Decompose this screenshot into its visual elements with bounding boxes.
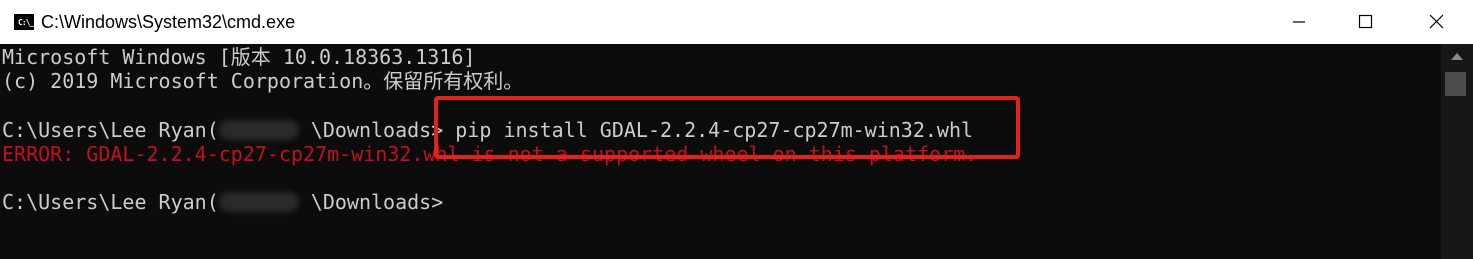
close-button[interactable]: [1398, 0, 1473, 44]
console-line-prompt-2: C:\Users\Lee Ryan( \Downloads>: [2, 190, 443, 214]
minimize-button[interactable]: [1266, 0, 1332, 44]
vertical-scrollbar[interactable]: [1441, 44, 1473, 259]
console-line-copyright: (c) 2019 Microsoft Corporation。保留所有权利。: [2, 69, 524, 93]
minimize-icon: [1293, 21, 1305, 23]
cmd-window: C:\_ C:\Windows\System32\cmd.exe Microso…: [0, 0, 1473, 259]
prompt-path-suffix: \Downloads>: [298, 118, 444, 142]
scrollbar-thumb[interactable]: [1445, 72, 1466, 96]
prompt-path-prefix: C:\Users\Lee Ryan(: [2, 190, 219, 214]
maximize-icon: [1358, 14, 1373, 29]
scroll-up-arrow-icon[interactable]: [1441, 44, 1473, 68]
window-title: C:\Windows\System32\cmd.exe: [41, 12, 296, 32]
console-line-prompt-1: C:\Users\Lee Ryan( \Downloads> pip insta…: [2, 118, 973, 142]
typed-command: pip install GDAL-2.2.4-cp27-cp27m-win32.…: [443, 118, 974, 142]
console-line-version: Microsoft Windows [版本 10.0.18363.1316]: [2, 45, 476, 69]
redacted-username: [218, 192, 299, 212]
console-output[interactable]: Microsoft Windows [版本 10.0.18363.1316] (…: [0, 44, 1441, 259]
maximize-button[interactable]: [1332, 0, 1398, 44]
prompt-path-prefix: C:\Users\Lee Ryan(: [2, 118, 219, 142]
prompt-path-suffix: \Downloads>: [298, 190, 444, 214]
cmd-icon-text: C:\_: [18, 18, 34, 27]
title-bar[interactable]: C:\_ C:\Windows\System32\cmd.exe: [0, 0, 1473, 44]
close-icon: [1429, 14, 1444, 29]
cmd-icon: C:\_: [14, 14, 34, 30]
redacted-username: [218, 120, 299, 140]
console-line-error: ERROR: GDAL-2.2.4-cp27-cp27m-win32.whl i…: [2, 142, 978, 166]
